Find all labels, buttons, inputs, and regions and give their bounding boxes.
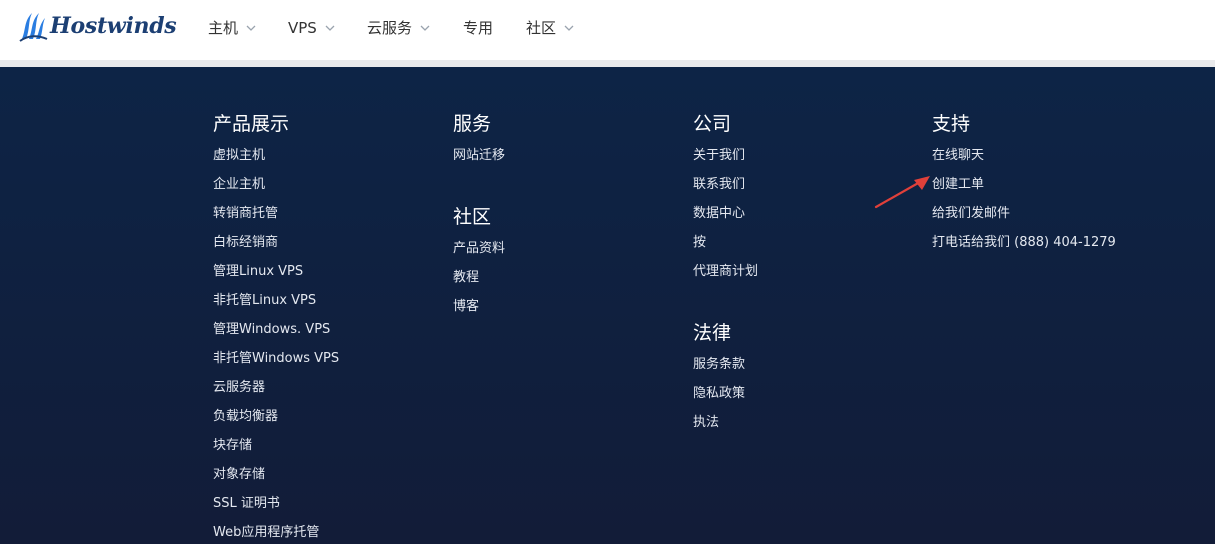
- nav-item-community[interactable]: 社区: [526, 16, 574, 40]
- footer-heading-community: 社区: [453, 206, 492, 228]
- nav-item-vps[interactable]: VPS: [288, 16, 335, 40]
- footer-link[interactable]: 教程: [453, 266, 479, 285]
- brand-name: Hostwinds: [50, 13, 177, 39]
- footer-heading-company: 公司: [693, 113, 732, 135]
- nav-item-label: VPS: [288, 19, 317, 37]
- footer-link[interactable]: 代理商计划: [693, 260, 758, 279]
- red-pointer-arrow-icon: [874, 176, 930, 209]
- header-divider: [0, 60, 1215, 67]
- footer-link[interactable]: 产品资料: [453, 237, 505, 256]
- footer-link[interactable]: 企业主机: [213, 173, 265, 192]
- footer-heading-legal: 法律: [693, 322, 732, 344]
- chevron-down-icon: [420, 25, 430, 31]
- nav-item-label: 云服务: [367, 19, 413, 37]
- footer-link[interactable]: 对象存储: [213, 463, 265, 482]
- footer-heading-support: 支持: [932, 113, 971, 135]
- footer-link[interactable]: 数据中心: [693, 202, 745, 221]
- footer-link[interactable]: 转销商托管: [213, 202, 278, 221]
- hostwinds-logo[interactable]: Hostwinds: [18, 8, 177, 44]
- footer-link[interactable]: 关于我们: [693, 144, 745, 163]
- nav-item-cloud[interactable]: 云服务: [367, 16, 430, 40]
- footer-link[interactable]: 非托管Linux VPS: [213, 289, 316, 308]
- footer-link-email-us[interactable]: 给我们发邮件: [932, 202, 1010, 221]
- nav-item-label: 社区: [526, 19, 557, 37]
- top-navigation-bar: Hostwinds 主机 VPS 云服务 专用 社区: [0, 0, 1215, 60]
- hostwinds-wave-icon: [19, 13, 48, 42]
- nav-item-hosting[interactable]: 主机: [208, 16, 256, 40]
- chevron-down-icon: [564, 25, 574, 31]
- footer-heading-products: 产品展示: [213, 113, 290, 135]
- footer-link[interactable]: Web应用程序托管: [213, 521, 319, 540]
- nav-item-label: 专用: [463, 19, 494, 37]
- footer-link[interactable]: 博客: [453, 295, 479, 314]
- footer-link[interactable]: 联系我们: [693, 173, 745, 192]
- footer-link[interactable]: 按: [693, 231, 706, 250]
- footer-link-call-us[interactable]: 打电话给我们 (888) 404-1279: [932, 231, 1116, 250]
- footer-link-create-ticket[interactable]: 创建工单: [932, 173, 984, 192]
- footer-link[interactable]: 块存储: [213, 434, 252, 453]
- nav-item-dedicated[interactable]: 专用: [463, 16, 493, 40]
- chevron-down-icon: [325, 25, 335, 31]
- footer-heading-services: 服务: [453, 113, 492, 135]
- footer-link[interactable]: 白标经销商: [213, 231, 278, 250]
- footer-link[interactable]: SSL 证明书: [213, 492, 280, 511]
- footer-link[interactable]: 网站迁移: [453, 144, 505, 163]
- chevron-down-icon: [246, 25, 256, 31]
- footer-link[interactable]: 管理Windows. VPS: [213, 318, 330, 337]
- footer-link[interactable]: 执法: [693, 411, 719, 430]
- footer-link[interactable]: 负载均衡器: [213, 405, 278, 424]
- footer-link[interactable]: 虚拟主机: [213, 144, 265, 163]
- footer-link[interactable]: 隐私政策: [693, 382, 745, 401]
- footer-link[interactable]: 管理Linux VPS: [213, 260, 303, 279]
- footer-link-live-chat[interactable]: 在线聊天: [932, 144, 984, 163]
- footer-link[interactable]: 云服务器: [213, 376, 265, 395]
- footer-link[interactable]: 服务条款: [693, 353, 745, 372]
- footer-link[interactable]: 非托管Windows VPS: [213, 347, 339, 366]
- site-footer: 产品展示 虚拟主机 企业主机 转销商托管 白标经销商 管理Linux VPS 非…: [0, 67, 1215, 544]
- nav-item-label: 主机: [208, 19, 239, 37]
